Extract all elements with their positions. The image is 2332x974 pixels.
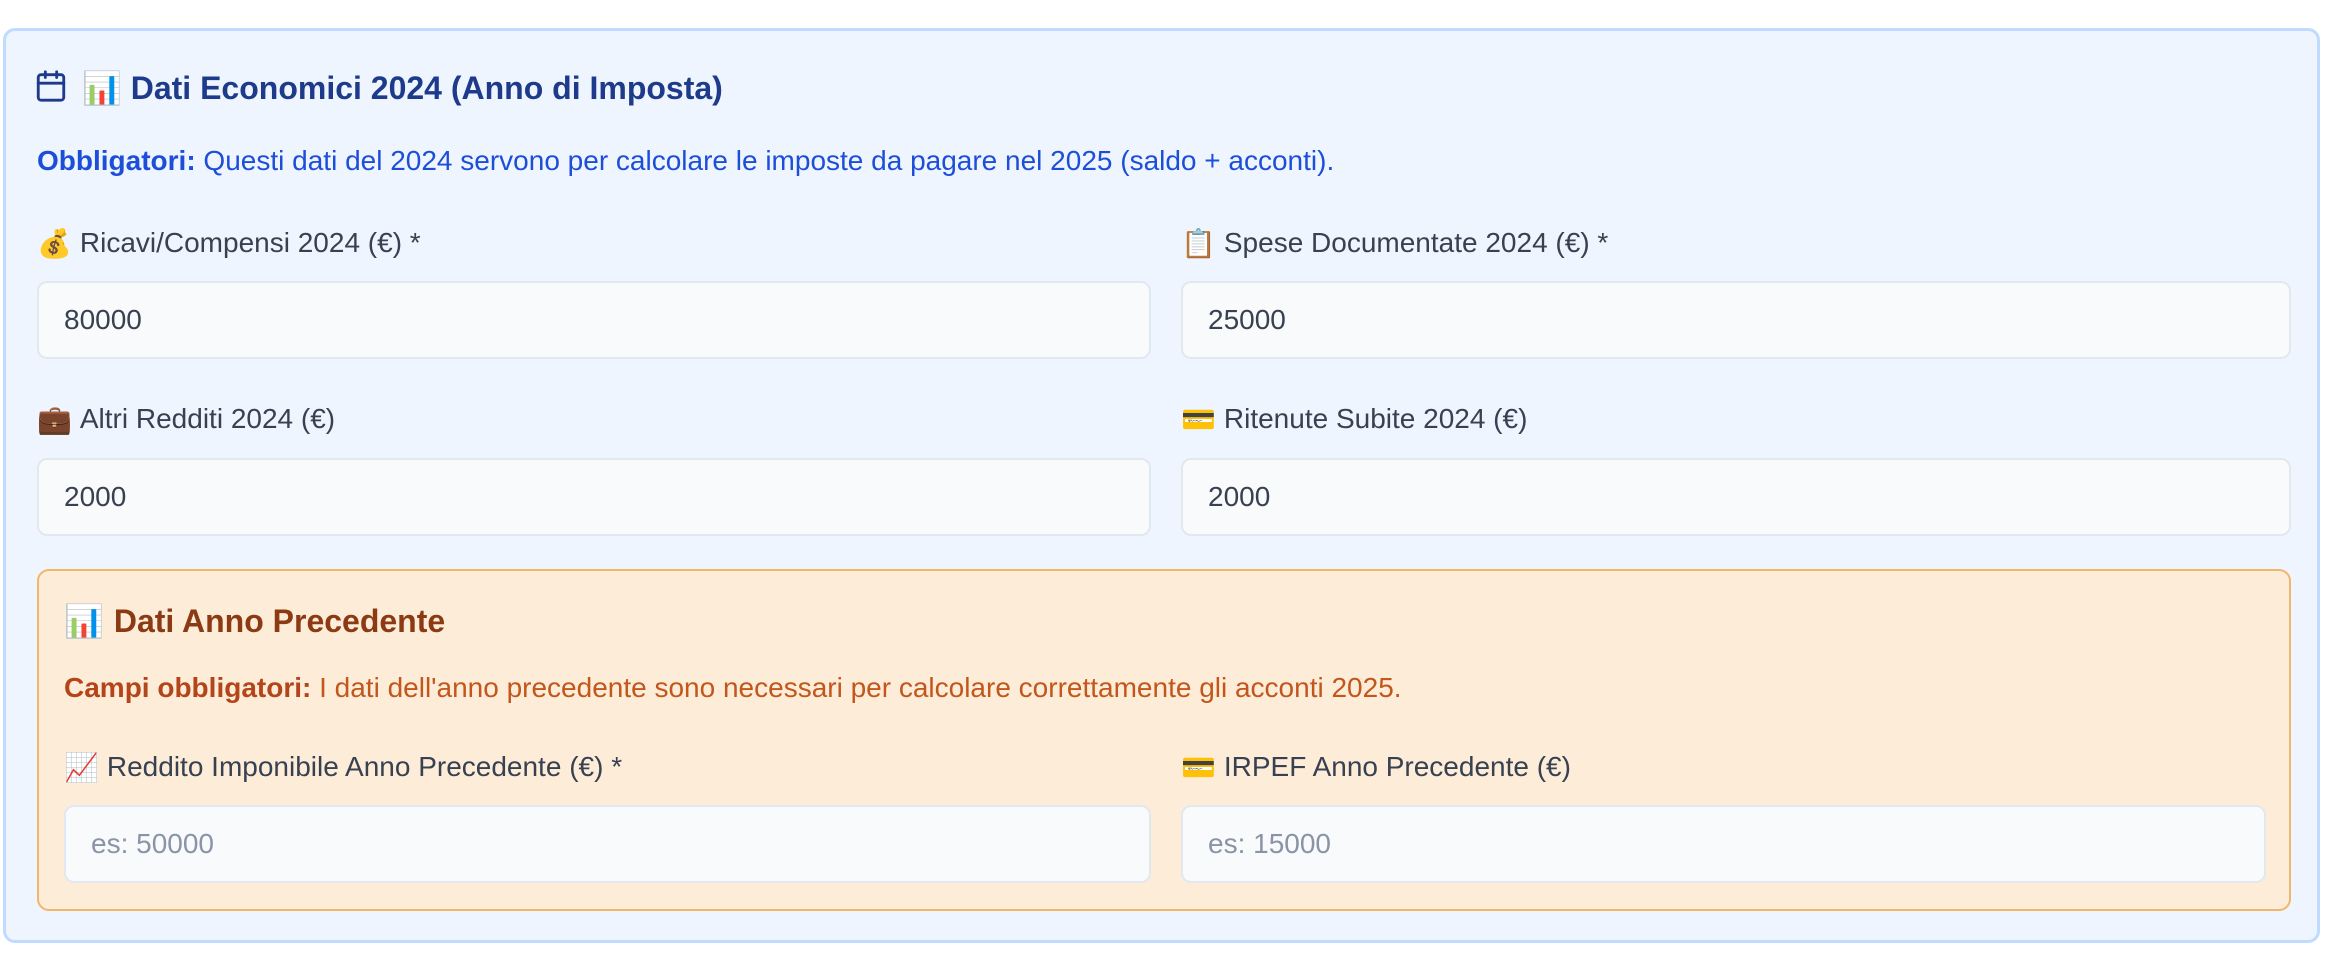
irpef-label-text: IRPEF Anno Precedente (€) bbox=[1223, 751, 1571, 782]
credit-card-icon: 💳 bbox=[1181, 403, 1216, 435]
ricavi-label: 💰 Ricavi/Compensi 2024 (€) * bbox=[37, 222, 421, 264]
ricavi-input[interactable]: 80000 bbox=[37, 281, 1151, 359]
required-notice-text: Questi dati del 2024 servono per calcola… bbox=[195, 145, 1335, 176]
ritenute-label: 💳 Ritenute Subite 2024 (€) bbox=[1181, 398, 1527, 440]
spese-label-text: Spese Documentate 2024 (€) * bbox=[1223, 227, 1609, 258]
previous-required-notice: Campi obbligatori: I dati dell'anno prec… bbox=[64, 672, 1402, 704]
altri-label-text: Altri Redditi 2024 (€) bbox=[79, 403, 336, 434]
clipboard-icon: 📋 bbox=[1181, 227, 1216, 259]
required-notice-bold: Obbligatori: bbox=[37, 145, 196, 176]
reddito-label-text: Reddito Imponibile Anno Precedente (€) * bbox=[106, 751, 623, 782]
irpef-input[interactable]: es: 15000 bbox=[1181, 805, 2266, 883]
altri-value: 2000 bbox=[64, 481, 127, 512]
briefcase-icon: 💼 bbox=[37, 403, 72, 435]
ritenute-input[interactable]: 2000 bbox=[1181, 458, 2291, 536]
ricavi-label-text: Ricavi/Compensi 2024 (€) * bbox=[79, 227, 421, 258]
spese-label: 📋 Spese Documentate 2024 (€) * bbox=[1181, 222, 1608, 264]
irpef-placeholder: es: 15000 bbox=[1208, 828, 1331, 859]
credit-card-icon: 💳 bbox=[1181, 751, 1216, 783]
irpef-label: 💳 IRPEF Anno Precedente (€) bbox=[1181, 746, 1571, 788]
reddito-label: 📈 Reddito Imponibile Anno Precedente (€)… bbox=[64, 746, 622, 788]
previous-notice-bold: Campi obbligatori: bbox=[64, 672, 312, 703]
previous-notice-text: I dati dell'anno precedente sono necessa… bbox=[311, 672, 1402, 703]
spese-input[interactable]: 25000 bbox=[1181, 281, 2291, 359]
spese-value: 25000 bbox=[1208, 304, 1286, 335]
altri-label: 💼 Altri Redditi 2024 (€) bbox=[37, 398, 335, 440]
money-bag-icon: 💰 bbox=[37, 227, 72, 259]
chart-increasing-icon: 📈 bbox=[64, 751, 99, 783]
section-title: 📊 Dati Economici 2024 (Anno di Imposta) bbox=[82, 70, 723, 106]
calendar-icon bbox=[34, 69, 68, 108]
required-notice: Obbligatori: Questi dati del 2024 servon… bbox=[37, 145, 1334, 177]
section-header: 📊 Dati Economici 2024 (Anno di Imposta) bbox=[34, 58, 723, 118]
ritenute-label-text: Ritenute Subite 2024 (€) bbox=[1223, 403, 1528, 434]
reddito-placeholder: es: 50000 bbox=[91, 828, 214, 859]
reddito-input[interactable]: es: 50000 bbox=[64, 805, 1151, 883]
bar-chart-icon: 📊 bbox=[64, 603, 104, 639]
altri-input[interactable]: 2000 bbox=[37, 458, 1151, 536]
previous-year-header: 📊 Dati Anno Precedente bbox=[64, 594, 445, 648]
ricavi-value: 80000 bbox=[64, 304, 142, 335]
previous-year-title: Dati Anno Precedente bbox=[113, 602, 446, 639]
ritenute-value: 2000 bbox=[1208, 481, 1271, 512]
